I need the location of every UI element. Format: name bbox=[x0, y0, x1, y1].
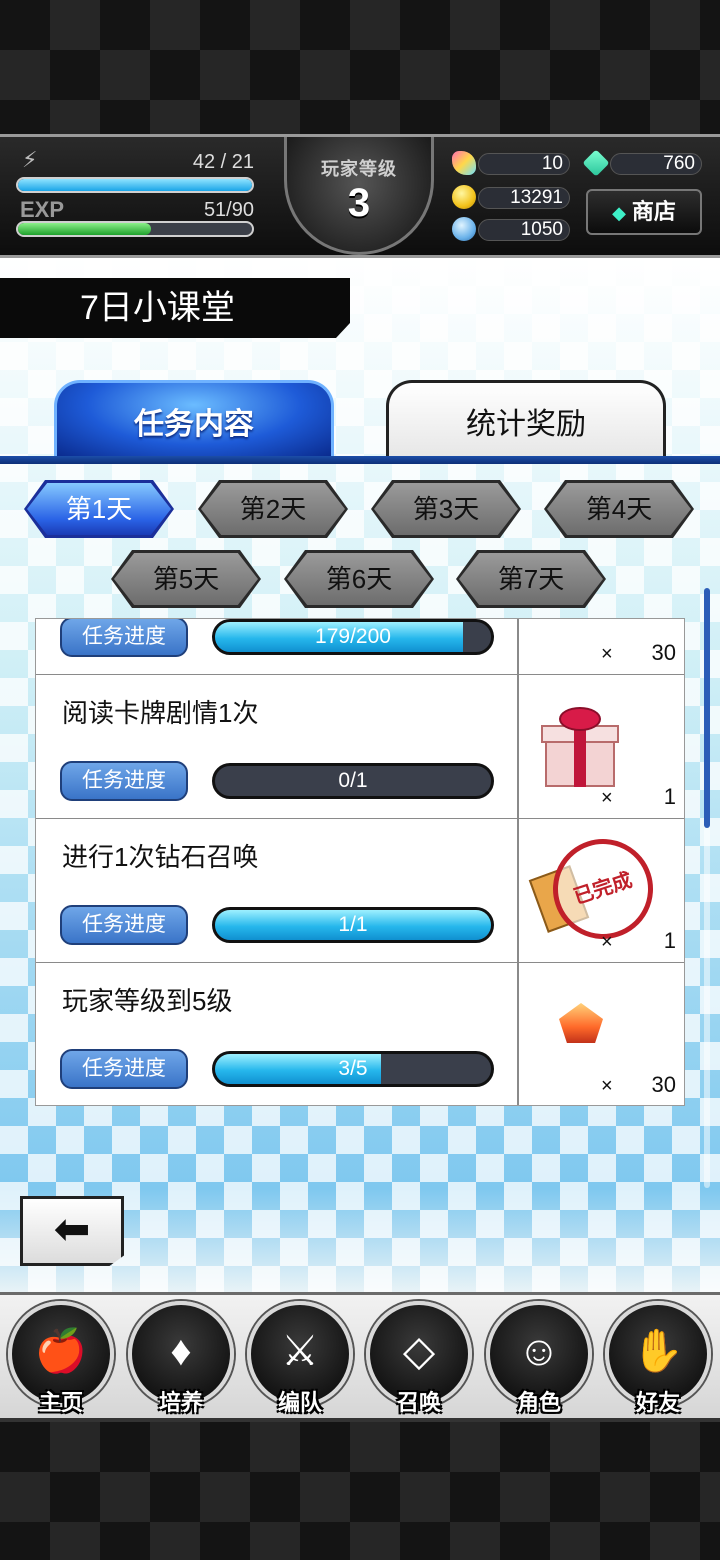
tab-stat-rewards[interactable]: 统计奖励 bbox=[386, 380, 666, 456]
times-sign: × bbox=[601, 643, 613, 665]
nav-label: 主页 bbox=[38, 1390, 83, 1415]
day-tab-6[interactable]: 第6天 bbox=[284, 550, 434, 608]
times-sign: × bbox=[601, 931, 613, 953]
day-tab-4[interactable]: 第4天 bbox=[544, 480, 694, 538]
day-tab-7[interactable]: 第7天 bbox=[456, 550, 606, 608]
orb-icon bbox=[452, 217, 476, 241]
task-row: 阅读卡牌剧情1次 任务进度 0/1 × 1 bbox=[36, 675, 684, 819]
diamond-icon: ◆ bbox=[612, 203, 626, 223]
day-tab-1[interactable]: 第1天 bbox=[24, 480, 174, 538]
task-row: 任务进度 179/200 × 30 bbox=[36, 619, 684, 675]
top-background bbox=[0, 0, 720, 134]
back-button[interactable]: ⬅ bbox=[20, 1196, 124, 1266]
stamina-bar-fill bbox=[18, 179, 252, 191]
nav-summon[interactable]: ◇ 召唤 bbox=[360, 1299, 478, 1421]
gift-box-icon bbox=[541, 705, 619, 787]
nav-label: 召唤 bbox=[396, 1390, 441, 1415]
reward-cell[interactable]: × 30 bbox=[521, 963, 684, 1105]
day-tab-5[interactable]: 第5天 bbox=[111, 550, 261, 608]
shop-label: 商店 bbox=[631, 199, 676, 224]
exp-bar bbox=[16, 221, 254, 237]
status-bar: ⚡ 42 / 21 EXP 51/90 玩家等级 3 10 13291 1050… bbox=[0, 134, 720, 258]
bottom-background bbox=[0, 1422, 720, 1560]
nav-label: 培养 bbox=[158, 1390, 203, 1415]
shop-button[interactable]: ◆ 商店 bbox=[586, 189, 702, 235]
progress-bar: 1/1 bbox=[212, 907, 494, 943]
arrow-left-icon: ⬅ bbox=[53, 1205, 91, 1254]
tab-task-content[interactable]: 任务内容 bbox=[54, 380, 334, 456]
task-name: 阅读卡牌剧情1次 bbox=[62, 698, 259, 728]
progress-label: 任务进度 bbox=[60, 905, 188, 945]
progress-label: 任务进度 bbox=[60, 761, 188, 801]
gold-coin-icon bbox=[452, 185, 476, 209]
task-row: 进行1次钻石召唤 任务进度 1/1 已完成 × 1 bbox=[36, 819, 684, 963]
reward-cell[interactable]: 已完成 × 1 bbox=[521, 819, 684, 962]
nav-label: 角色 bbox=[516, 1390, 561, 1415]
diamond-icon bbox=[582, 149, 610, 177]
feather-count: 10 bbox=[478, 153, 570, 175]
progress-label: 任务进度 bbox=[60, 619, 188, 657]
progress-bar: 3/5 bbox=[212, 1051, 494, 1087]
fire-crystal-icon bbox=[559, 1003, 603, 1043]
orb-count: 1050 bbox=[478, 219, 570, 241]
lightning-icon: ⚡ bbox=[22, 147, 38, 172]
exp-label: EXP bbox=[20, 197, 65, 222]
progress-text: 1/1 bbox=[338, 913, 368, 936]
reward-cell[interactable]: × 1 bbox=[521, 675, 684, 818]
task-list[interactable]: 任务进度 179/200 × 30 阅读卡牌剧情1次 任务进度 0/1 × 1 … bbox=[35, 618, 685, 1106]
progress-text: 0/1 bbox=[338, 769, 368, 792]
main-content: 7日小课堂 任务内容 统计奖励 第1天 第2天 第3天 第4天 第5天 第6天 … bbox=[0, 258, 720, 1292]
task-name: 玩家等级到5级 bbox=[62, 986, 233, 1016]
reward-quantity: 1 bbox=[663, 784, 676, 809]
nav-friends[interactable]: ✋ 好友 bbox=[599, 1299, 717, 1421]
progress-label: 任务进度 bbox=[60, 1049, 188, 1089]
day-tab-2[interactable]: 第2天 bbox=[198, 480, 348, 538]
exp-value: 51/90 bbox=[203, 199, 254, 221]
gold-count: 13291 bbox=[478, 187, 570, 209]
page-title: 7日小课堂 bbox=[0, 278, 350, 338]
exp-bar-fill bbox=[18, 223, 152, 235]
progress-text: 3/5 bbox=[338, 1057, 368, 1080]
scrollbar-thumb[interactable] bbox=[704, 588, 710, 828]
diamond-count: 760 bbox=[610, 153, 702, 175]
day-tab-3[interactable]: 第3天 bbox=[371, 480, 521, 538]
level-title: 玩家等级 bbox=[321, 159, 397, 179]
feather-icon bbox=[452, 151, 476, 175]
nav-train[interactable]: ♦ 培养 bbox=[122, 1299, 240, 1421]
nav-characters[interactable]: ☺ 角色 bbox=[480, 1299, 598, 1421]
tab-divider bbox=[0, 456, 720, 464]
task-name: 进行1次钻石召唤 bbox=[62, 842, 259, 872]
progress-text: 179/200 bbox=[315, 625, 391, 648]
times-sign: × bbox=[601, 1075, 613, 1097]
stamina-value: 42 / 21 bbox=[192, 151, 254, 173]
reward-quantity: 1 bbox=[663, 928, 676, 953]
bottom-nav: 🍎 主页 ♦ 培养 ⚔ 编队 ◇ 召唤 ☺ 角色 ✋ 好友 bbox=[0, 1292, 720, 1422]
task-row: 玩家等级到5级 任务进度 3/5 × 30 bbox=[36, 963, 684, 1105]
player-level-badge[interactable]: 玩家等级 3 bbox=[284, 137, 434, 255]
reward-quantity: 30 bbox=[651, 640, 676, 665]
stamina-bar bbox=[16, 177, 254, 193]
nav-label: 好友 bbox=[635, 1390, 680, 1415]
progress-bar: 179/200 bbox=[212, 619, 494, 655]
reward-cell[interactable]: × 30 bbox=[521, 619, 684, 674]
nav-home[interactable]: 🍎 主页 bbox=[2, 1299, 120, 1421]
reward-quantity: 30 bbox=[651, 1072, 676, 1097]
times-sign: × bbox=[601, 787, 613, 809]
nav-label: 编队 bbox=[277, 1390, 322, 1415]
level-value: 3 bbox=[347, 181, 371, 225]
nav-team[interactable]: ⚔ 编队 bbox=[241, 1299, 359, 1421]
progress-bar: 0/1 bbox=[212, 763, 494, 799]
